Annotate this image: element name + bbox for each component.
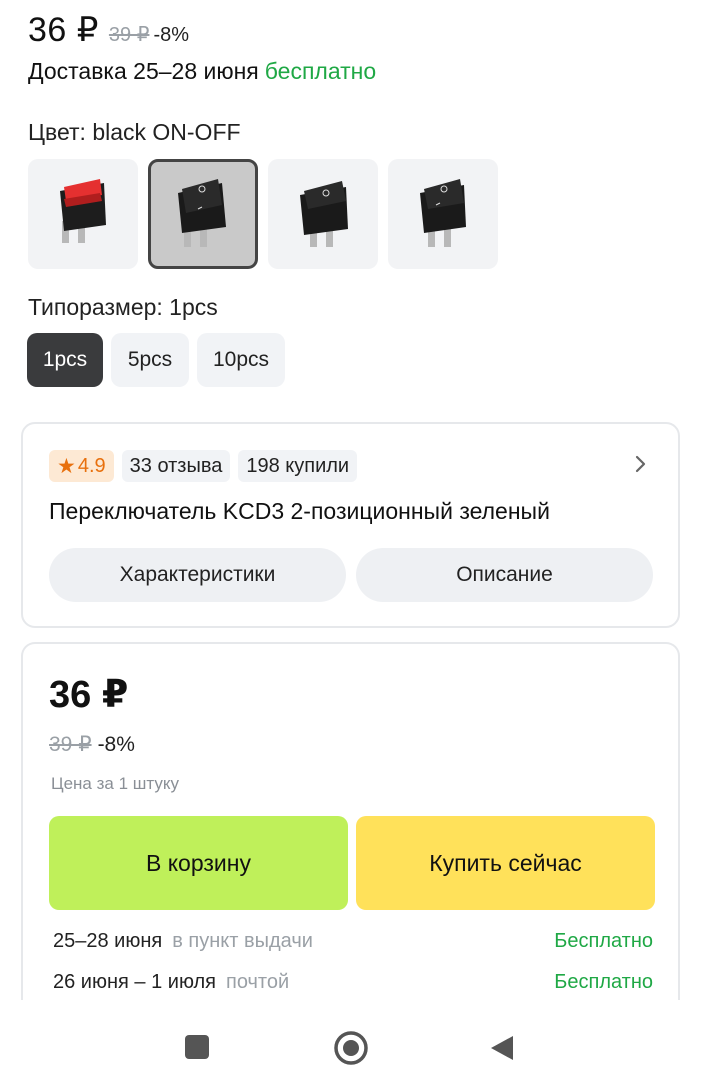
delivery-date: 25–28 июня	[53, 930, 163, 952]
product-badges: ★ 4.9 33 отзыва 198 купили	[49, 450, 358, 482]
delivery-summary: Доставка 25–28 июня бесплатно	[28, 58, 376, 85]
size-option-1pcs[interactable]: 1pcs	[27, 333, 103, 387]
delivery-text: Доставка 25–28 июня	[28, 58, 259, 84]
info-tabs: Характеристики Описание	[49, 548, 653, 602]
delivery-option-pickup[interactable]: 25–28 июня в пункт выдачи Бесплатно	[53, 930, 653, 953]
delivery-price: Бесплатно	[554, 930, 653, 952]
black-rocker-switch-icon	[300, 181, 348, 247]
home-icon[interactable]	[333, 1030, 369, 1066]
buy-buttons: В корзину Купить сейчас	[49, 816, 655, 910]
delivery-price: Бесплатно	[554, 971, 653, 993]
color-swatch-black-3[interactable]	[388, 159, 498, 269]
buy-card: 36 ₽ 39 ₽ -8% Цена за 1 штуку В корзину К…	[21, 642, 680, 1042]
black-rocker-switch-icon	[420, 179, 466, 247]
buy-old-price-row: 39 ₽ -8%	[49, 732, 135, 757]
product-title: Переключатель KCD3 2-позиционный зеленый	[49, 498, 550, 524]
buy-discount: -8%	[97, 733, 135, 756]
old-price: 39 ₽	[108, 24, 150, 46]
rating-badge[interactable]: ★ 4.9	[49, 450, 114, 482]
reviews-badge[interactable]: 33 отзыва	[121, 450, 231, 482]
color-swatch-black-2[interactable]	[268, 159, 378, 269]
buy-price: 36 ₽	[49, 674, 129, 716]
size-label: Типоразмер: 1pcs	[28, 294, 218, 320]
delivery-free: бесплатно	[264, 58, 377, 84]
back-icon[interactable]	[489, 1034, 515, 1062]
buy-now-button[interactable]: Купить сейчас	[356, 816, 655, 910]
per-unit-note: Цена за 1 штуку	[51, 774, 179, 793]
black-rocker-switch-icon	[178, 179, 226, 247]
top-price-row: 36 ₽ 39 ₽ -8%	[28, 10, 189, 50]
chevron-right-icon[interactable]	[634, 454, 648, 479]
color-swatch-red[interactable]	[28, 159, 138, 269]
recent-apps-icon[interactable]	[184, 1034, 210, 1060]
size-option-10pcs[interactable]: 10pcs	[197, 333, 285, 387]
bought-badge: 198 купили	[238, 450, 358, 482]
delivery-date: 26 июня – 1 июля	[53, 971, 216, 993]
rating-value: 4.9	[77, 454, 106, 477]
red-rocker-switch-icon	[60, 179, 106, 243]
product-info-card: ★ 4.9 33 отзыва 198 купили Переключатель…	[21, 422, 680, 628]
delivery-method: почтой	[226, 971, 290, 993]
current-price: 36 ₽	[28, 11, 99, 49]
color-swatches	[28, 159, 498, 269]
color-label: Цвет: black ON-OFF	[28, 119, 241, 145]
buy-old-price: 39 ₽	[49, 733, 92, 756]
discount: -8%	[153, 24, 190, 46]
size-options: 1pcs 5pcs 10pcs	[27, 333, 285, 387]
description-button[interactable]: Описание	[356, 548, 653, 602]
star-icon: ★	[57, 454, 76, 478]
add-to-cart-button[interactable]: В корзину	[49, 816, 348, 910]
delivery-option-post[interactable]: 26 июня – 1 июля почтой Бесплатно	[53, 971, 653, 994]
size-option-5pcs[interactable]: 5pcs	[111, 333, 189, 387]
system-navigation-bar	[0, 1000, 701, 1090]
specs-button[interactable]: Характеристики	[49, 548, 346, 602]
color-swatch-black-on-off[interactable]	[148, 159, 258, 269]
delivery-method: в пункт выдачи	[172, 930, 313, 952]
